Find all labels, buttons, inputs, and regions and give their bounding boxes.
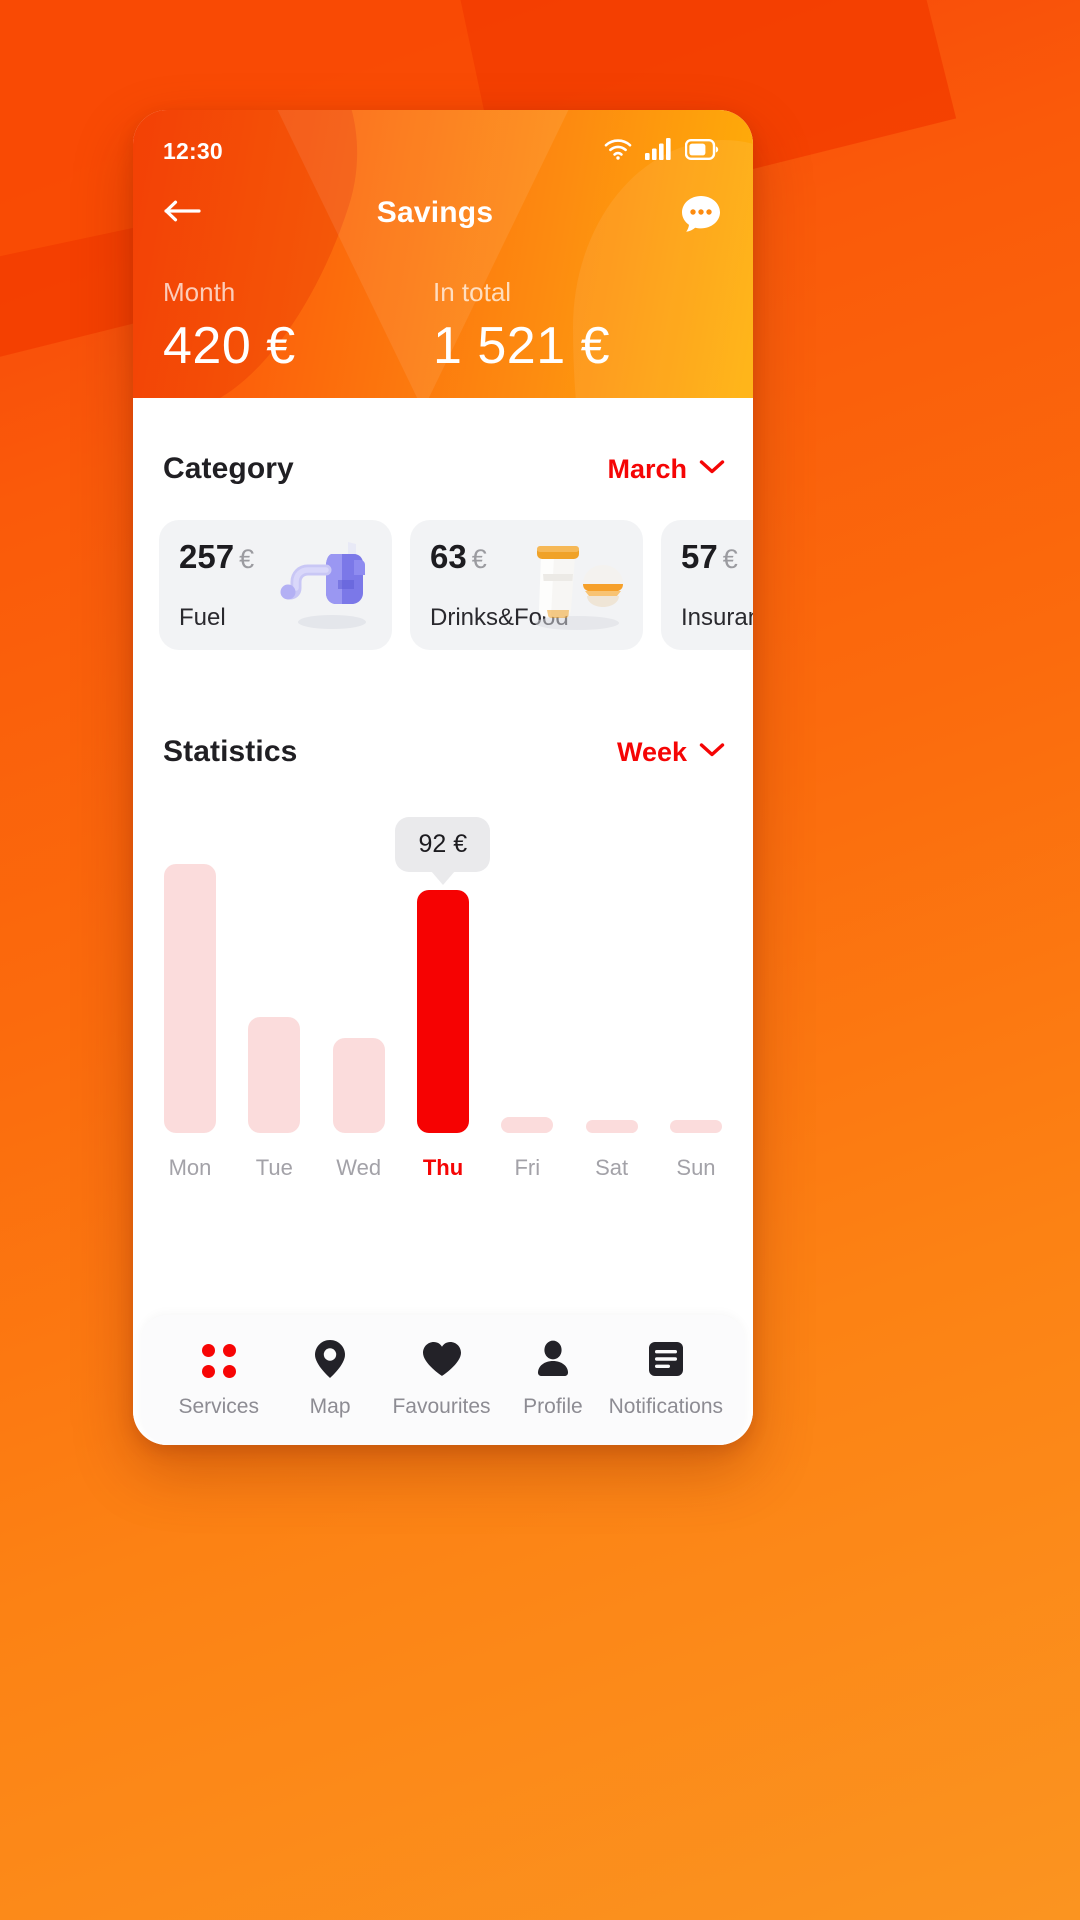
wallpaper: 12:30 Savings Month 420 € In total 1 521…: [0, 0, 1080, 1920]
total-month: Month 420 €: [133, 277, 417, 376]
grid-dots-icon: [201, 1344, 236, 1378]
status-bar-icons: [604, 138, 719, 165]
category-card-drinks-food[interactable]: 63 € Drinks&Food: [410, 520, 643, 650]
list-lines-icon: [648, 1341, 684, 1382]
chart-bar[interactable]: [332, 1038, 385, 1133]
header-nav-row: Savings: [133, 165, 753, 237]
bottom-navigation-bar: Services Map Favourites Profile Notification…: [141, 1315, 745, 1445]
chevron-down-icon: [699, 459, 725, 480]
chart-day-label: Sun: [676, 1155, 716, 1180]
nav-item-services[interactable]: Services: [163, 1341, 274, 1419]
chart-day-label: Thu: [422, 1155, 464, 1180]
total-month-label: Month: [163, 277, 236, 307]
chart-bar[interactable]: [501, 1117, 554, 1133]
chart-bar-column[interactable]: [332, 843, 386, 1133]
category-section-header: Category March: [133, 398, 753, 486]
total-overall-label: In total: [433, 277, 512, 307]
month-filter-dropdown[interactable]: March: [607, 454, 725, 485]
total-month-value: 420 €: [163, 317, 296, 375]
category-card-label: Insurance: [681, 604, 753, 631]
category-card-fuel[interactable]: 257 € Fuel: [159, 520, 392, 650]
back-button[interactable]: [163, 193, 207, 233]
category-title: Category: [163, 452, 294, 485]
amount-currency: €: [471, 544, 487, 574]
chart-day-labels: Mon Tue Wed Thu Fri Sat Sun: [163, 1155, 723, 1181]
total-overall-value: 1 521 €: [433, 317, 610, 375]
cellular-signal-icon: [645, 138, 672, 165]
statistics-bar-chart: 92 € Mon Tue Wed Thu Fri Sat Sun: [163, 769, 723, 1189]
category-card-label: Fuel: [179, 604, 226, 631]
total-overall: In total 1 521 €: [417, 277, 610, 376]
page-title: Savings: [376, 196, 494, 229]
chat-button[interactable]: [677, 189, 725, 237]
chart-bar-column[interactable]: [669, 843, 723, 1133]
nav-item-label: Profile: [523, 1395, 583, 1418]
savings-totals: Month 420 € In total 1 521 €: [133, 237, 753, 376]
phone-screen: 12:30 Savings Month 420 € In total 1 521…: [133, 110, 753, 1445]
chart-day-label: Wed: [336, 1155, 382, 1180]
chart-day-label: Tue: [255, 1155, 293, 1180]
battery-icon: [684, 139, 719, 165]
chart-bar[interactable]: [248, 1017, 301, 1133]
amount-number: 57: [681, 538, 718, 575]
month-filter-label: March: [607, 453, 687, 484]
amount-currency: €: [239, 544, 255, 574]
chart-day-label: Mon: [168, 1155, 212, 1180]
chart-bar[interactable]: [164, 864, 216, 1133]
chart-bar-column[interactable]: [585, 843, 639, 1133]
heart-icon: [422, 1341, 462, 1382]
category-cards-strip[interactable]: 257 € Fuel 63 € Drinks&Food 57 € Insura: [133, 486, 753, 650]
nav-icon-wrapper: [201, 1341, 236, 1381]
status-bar-clock: 12:30: [163, 138, 223, 164]
coffee-cup-burger-3d-icon: [517, 524, 635, 636]
nav-item-label: Favourites: [392, 1395, 491, 1418]
amount-number: 257: [179, 538, 235, 575]
chevron-down-icon: [699, 742, 725, 763]
nav-icon-wrapper: [536, 1340, 570, 1383]
week-filter-label: Week: [616, 736, 687, 767]
nav-item-profile[interactable]: Profile: [497, 1340, 608, 1419]
amount-number: 63: [430, 538, 467, 575]
nav-item-label: Services: [178, 1395, 259, 1418]
wifi-icon: [604, 138, 632, 165]
chart-bar[interactable]: [416, 890, 469, 1133]
status-bar: 12:30: [133, 110, 753, 165]
fuel-nozzle-3d-icon: [266, 524, 384, 636]
chart-day-label: Fri: [514, 1155, 541, 1180]
nav-item-map[interactable]: Map: [274, 1339, 385, 1419]
statistics-section-header: Statistics Week: [133, 650, 753, 769]
nav-item-favourites[interactable]: Favourites: [386, 1341, 497, 1419]
chart-bar-column[interactable]: [500, 843, 554, 1133]
chart-bar[interactable]: [585, 1120, 638, 1133]
nav-icon-wrapper: [313, 1339, 347, 1384]
amount-currency: €: [722, 544, 738, 574]
chart-bar-column[interactable]: [247, 843, 301, 1133]
content-area: Category March 257 € Fuel 63 € Drinks&Fo…: [133, 398, 753, 1445]
category-card-insurance[interactable]: 57€ Insurance: [661, 520, 753, 650]
nav-icon-wrapper: [422, 1341, 462, 1381]
arrow-left-icon: [163, 198, 203, 229]
person-icon: [536, 1340, 570, 1383]
map-pin-icon: [313, 1339, 347, 1384]
chart-bar-column[interactable]: [416, 843, 470, 1133]
chart-bar-column[interactable]: [163, 843, 217, 1133]
chart-bars: [163, 843, 723, 1133]
nav-item-label: Map: [309, 1395, 351, 1418]
nav-item-notifications[interactable]: Notifications: [609, 1341, 723, 1419]
chart-day-label: Sat: [595, 1155, 629, 1180]
category-card-amount: 57 €: [681, 538, 753, 576]
savings-header: 12:30 Savings Month 420 € In total 1 521…: [133, 110, 753, 398]
nav-item-label: Notifications: [608, 1395, 724, 1418]
week-filter-dropdown[interactable]: Week: [617, 737, 725, 768]
nav-icon-wrapper: [648, 1341, 684, 1381]
chart-bar[interactable]: [669, 1120, 722, 1133]
statistics-title: Statistics: [163, 735, 298, 768]
